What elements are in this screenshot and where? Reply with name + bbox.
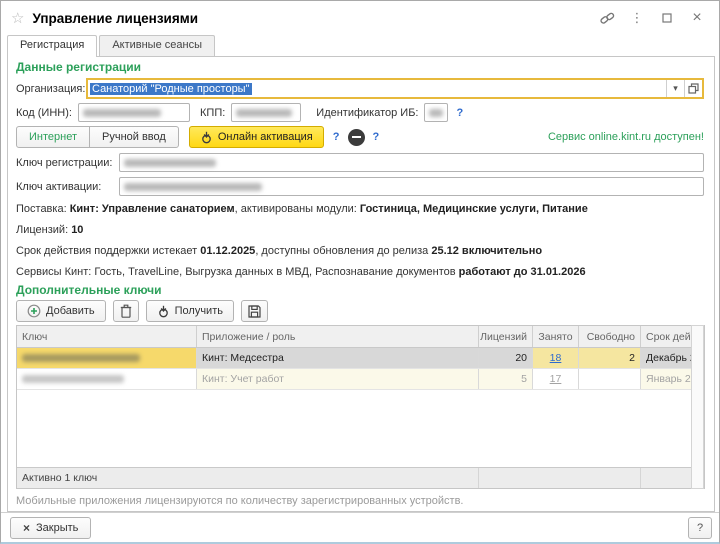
supply-line: Поставка: Кинт: Управление санаторием, а… [16,203,704,217]
col-key[interactable]: Ключ [17,326,197,347]
get-key-label: Получить [175,305,223,317]
inn-input[interactable] [78,103,190,122]
extra-keys-toolbar: Добавить Получить [16,300,714,322]
open-form-icon[interactable] [684,80,702,97]
link-icon[interactable] [595,8,619,28]
activation-row: Интернет Ручной ввод Онлайн активация ? … [16,126,704,148]
col-free[interactable]: Свободно [579,326,641,347]
app-cell: Кинт: Медсестра [197,348,479,368]
help-button[interactable]: ? [688,517,712,539]
get-key-button[interactable]: Получить [146,300,234,322]
col-licenses[interactable]: Лицензий [479,326,533,347]
organization-value: Санаторий "Родные просторы" [90,83,252,95]
activation-key-row: Ключ активации: [16,177,704,196]
redacted-value [429,109,443,117]
tab-strip: Регистрация Активные сеансы [1,35,719,56]
close-button[interactable]: × Закрыть [10,517,91,539]
support-line: Срок действия поддержки истекает 01.12.2… [16,245,704,259]
add-key-label: Добавить [46,305,95,317]
col-used[interactable]: Занято [533,326,579,347]
app-cell: Кинт: Учет работ [197,369,479,389]
mode-switch: Интернет Ручной ввод [16,126,179,148]
bottom-command-bar: × Закрыть ? [1,512,720,543]
delete-key-button[interactable] [113,300,139,322]
used-cell: 18 [533,348,579,368]
licenses-line: Лицензий: 10 [16,224,704,238]
table-scrollbar[interactable] [691,325,704,489]
ib-id-label: Идентификатор ИБ: [316,107,418,119]
redacted-value [236,109,292,117]
kpp-input[interactable] [231,103,301,122]
close-x-icon: × [23,521,30,535]
key-cell [17,348,197,368]
kpp-label: КПП: [200,107,225,119]
registration-key-row: Ключ регистрации: [16,153,704,172]
table-header: Ключ Приложение / роль Лицензий Занято С… [17,326,704,348]
table-row[interactable]: Кинт: Медсестра 20 18 2 Декабрь 2025 [17,348,704,369]
service-status: Сервис online.kint.ru доступен! [382,131,704,143]
block-icon[interactable] [348,129,365,146]
section-extra-keys: Дополнительные ключи [16,283,714,298]
registration-tab-page: Данные регистрации Организация: Санатори… [7,56,715,512]
extra-keys-grid: Ключ Приложение / роль Лицензий Занято С… [16,325,705,489]
free-cell: 2 [579,348,641,368]
footer-summary: Активно 1 ключ [17,468,479,488]
organization-row: Организация: Санаторий "Родные просторы"… [16,78,704,99]
ib-id-input[interactable] [424,103,448,122]
registration-key-input[interactable] [119,153,704,172]
inn-label: Код (ИНН): [16,107,78,119]
organization-label: Организация: [16,83,86,95]
free-cell [579,369,641,389]
close-button-label: Закрыть [36,522,78,534]
table-row[interactable]: Кинт: Учет работ 5 17 Январь 2025 [17,369,704,390]
used-cell: 17 [533,369,579,389]
more-icon[interactable]: ⋮ [625,8,649,28]
online-activation-label: Онлайн активация [218,131,313,143]
activation-key-input[interactable] [119,177,704,196]
ib-help-icon[interactable]: ? [454,107,467,119]
used-link[interactable]: 18 [550,352,562,364]
license-management-window: ☆ Управление лицензиями ⋮ × Регистрация … [0,0,720,544]
col-app-role[interactable]: Приложение / роль [197,326,479,347]
services-line: Сервисы Кинт: Гость, TravelLine, Выгрузк… [16,266,704,280]
chevron-down-icon[interactable]: ▾ [666,80,684,97]
save-key-button[interactable] [241,300,268,322]
title-bar: ☆ Управление лицензиями ⋮ × [1,1,719,35]
redacted-value [83,109,161,117]
table-empty-area[interactable] [17,390,704,467]
activation-help-icon[interactable]: ? [330,131,343,143]
maximize-icon[interactable] [655,8,679,28]
window-title: Управление лицензиями [32,11,589,26]
licenses-cell: 5 [479,369,533,389]
extra-keys-table: Ключ Приложение / роль Лицензий Занято С… [16,325,704,489]
table-footer: Активно 1 ключ [17,467,704,488]
mode-manual-button[interactable]: Ручной ввод [89,127,178,147]
redacted-value [124,159,216,167]
block-help-icon[interactable]: ? [369,131,382,143]
favorite-star-icon[interactable]: ☆ [11,9,24,27]
used-link[interactable]: 17 [550,373,562,385]
tab-registration[interactable]: Регистрация [7,35,97,57]
redacted-value [124,183,262,191]
organization-input[interactable]: Санаторий "Родные просторы" ▾ [86,78,704,99]
activation-key-label: Ключ активации: [16,181,119,193]
footer-spacer [479,468,641,488]
online-activation-button[interactable]: Онлайн активация [189,126,324,148]
tab-active-sessions[interactable]: Активные сеансы [99,35,215,56]
registration-key-label: Ключ регистрации: [16,157,119,169]
codes-row: Код (ИНН): КПП: Идентификатор ИБ: ? [16,103,704,122]
add-key-button[interactable]: Добавить [16,300,106,322]
key-cell [17,369,197,389]
section-registration-data: Данные регистрации [16,60,714,75]
mobile-apps-note: Мобильные приложения лицензируются по ко… [16,495,704,507]
licenses-cell: 20 [479,348,533,368]
close-icon[interactable]: × [685,8,709,28]
mode-internet-button[interactable]: Интернет [17,127,89,147]
organization-value-wrap: Санаторий "Родные просторы" [88,80,666,97]
